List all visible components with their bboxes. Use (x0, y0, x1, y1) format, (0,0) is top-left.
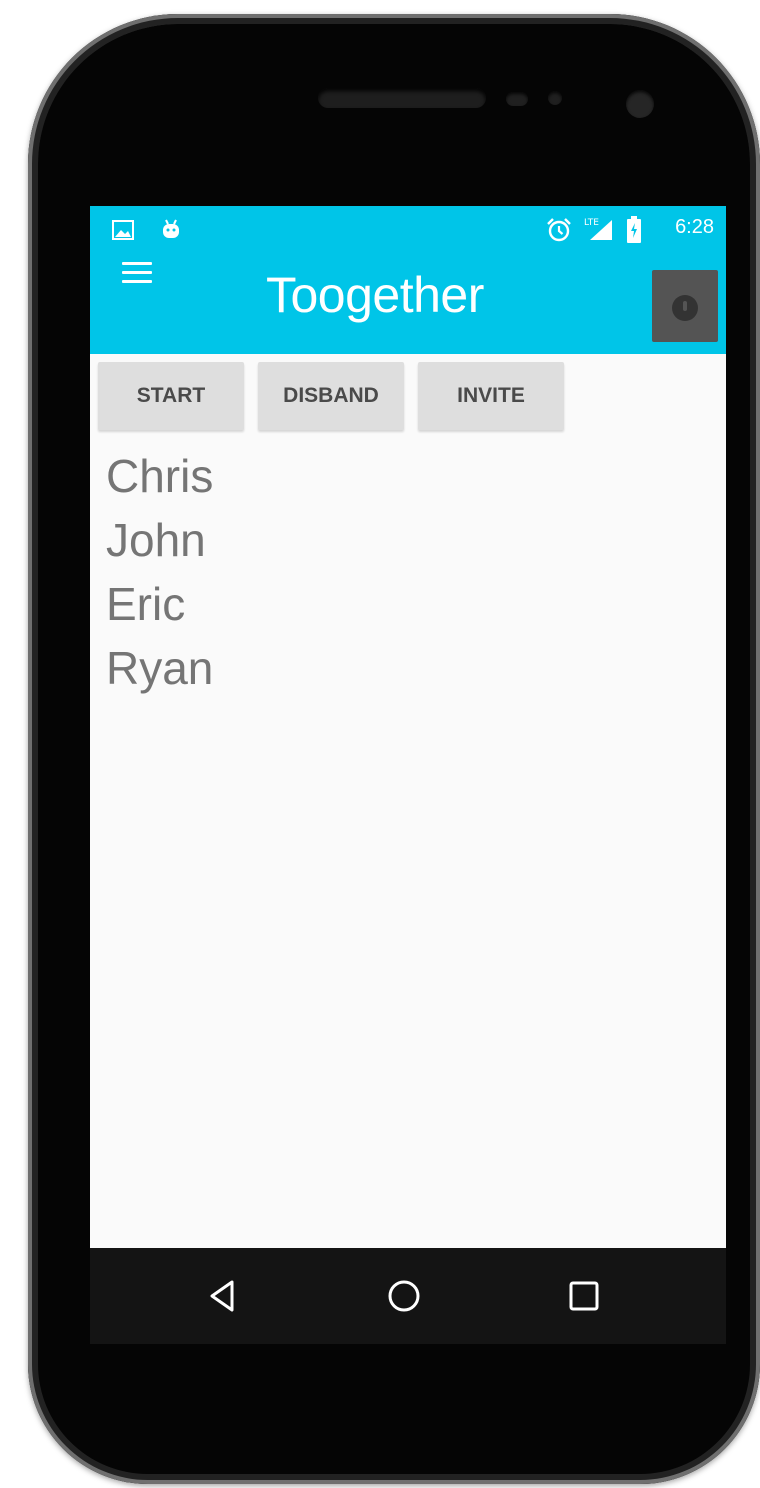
list-item[interactable]: Eric (106, 572, 213, 636)
image-notification-icon (112, 220, 134, 240)
invite-button[interactable]: INVITE (418, 362, 564, 430)
back-icon[interactable] (202, 1276, 242, 1316)
disband-button[interactable]: DISBAND (258, 362, 404, 430)
list-item[interactable]: Ryan (106, 636, 213, 700)
status-time: 6:28 (675, 216, 714, 238)
earpiece-speaker (318, 88, 486, 108)
proximity-sensor (506, 92, 528, 106)
list-item[interactable]: Chris (106, 444, 213, 508)
alarm-icon (547, 218, 571, 242)
front-camera (626, 90, 654, 118)
navigation-bar (90, 1248, 726, 1344)
alert-icon (672, 295, 698, 321)
android-icon (163, 219, 179, 238)
light-sensor (548, 91, 562, 105)
hamburger-menu-icon[interactable] (122, 262, 152, 284)
list-item[interactable]: John (106, 508, 213, 572)
alert-button[interactable] (652, 270, 718, 342)
home-icon[interactable] (384, 1276, 424, 1316)
battery-icon (627, 216, 641, 243)
status-bar: LTE 6:28 (90, 206, 726, 252)
app-title: Toogether (266, 267, 484, 323)
device-screen: LTE 6:28 Toogether START DISBAND INVITE … (90, 206, 726, 1248)
svg-text:LTE: LTE (584, 218, 599, 228)
app-bar: Toogether (90, 252, 726, 354)
recents-icon[interactable] (564, 1276, 604, 1316)
lte-signal-icon: LTE (584, 218, 612, 240)
start-button[interactable]: START (98, 362, 244, 430)
member-list: Chris John Eric Ryan (106, 444, 213, 700)
